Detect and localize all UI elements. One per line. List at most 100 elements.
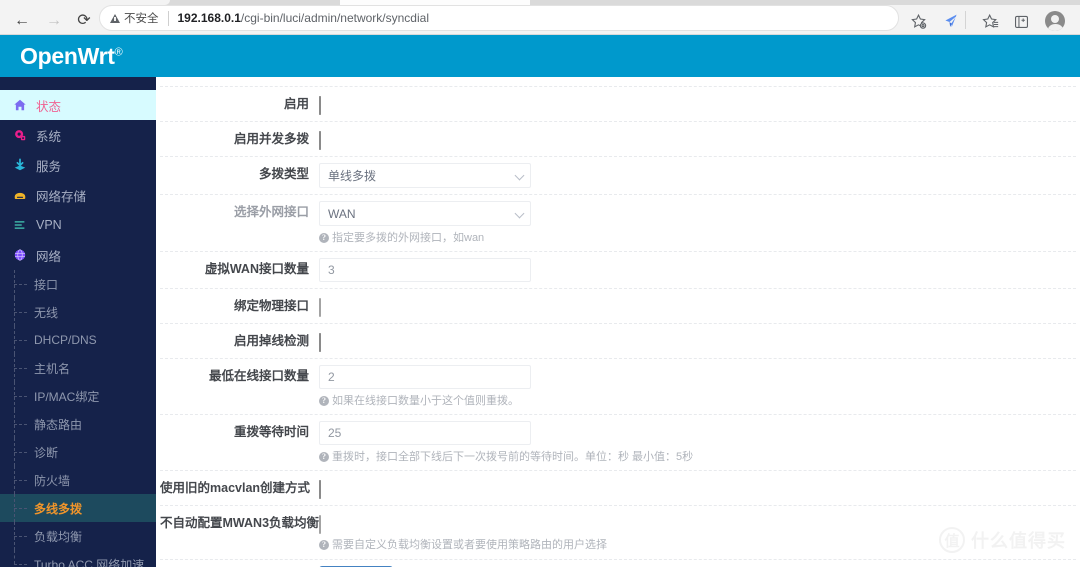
control-enable-offline-detection xyxy=(319,324,1076,358)
sidebar-label-services: 服务 xyxy=(36,159,62,174)
help-no-auto-mwan3: ? 需要自定义负载均衡设置或者要使用策略路由的用户选择 xyxy=(319,538,1076,552)
sidebar-label-status: 状态 xyxy=(36,99,62,114)
extension-icon[interactable] xyxy=(938,8,964,34)
warning-triangle-icon xyxy=(110,13,120,23)
sidebar-item-services[interactable]: 服务 xyxy=(0,150,156,180)
openwrt-logo[interactable]: OpenWrt® xyxy=(20,43,123,70)
profile-avatar-icon[interactable] xyxy=(1042,8,1068,34)
sidebar-sublabel-multiwan-dial: 多线多拨 xyxy=(34,501,83,516)
sidebar-item-network[interactable]: 网络 xyxy=(0,240,156,270)
sidebar: 状态 系统 服务 网络存储 VPN 网络 接口 无线 DHCP/DNS 主机名 … xyxy=(0,77,156,567)
chevron-down-icon xyxy=(514,170,525,181)
sidebar-subitem-dhcp-dns[interactable]: DHCP/DNS xyxy=(0,326,156,354)
label-enable-concurrent-dial: 启用并发多拨 xyxy=(233,132,309,146)
checkbox-bind-physical-interface[interactable] xyxy=(319,298,321,317)
sidebar-subitem-load-balancing[interactable]: 负载均衡 xyxy=(0,522,156,550)
info-icon: ? xyxy=(319,540,329,550)
sidebar-top-spacer xyxy=(0,77,156,90)
checkbox-legacy-macvlan[interactable] xyxy=(319,480,321,499)
help-redial-wait-time: ? 重拨时，接口全部下线后下一次拨号前的等待时间。单位：秒 最小值：5秒 xyxy=(319,450,1076,464)
sidebar-subitem-interfaces[interactable]: 接口 xyxy=(0,270,156,298)
sidebar-item-status[interactable]: 状态 xyxy=(0,90,156,120)
select-dial-type[interactable]: 单线多拨 xyxy=(319,163,531,188)
form-row-wan-interface: 选择外网接口 WAN ? 指定要多拨的外网接口，如wan xyxy=(160,195,1076,252)
select-wan-interface-value: WAN xyxy=(328,206,356,221)
checkbox-enable-offline-detection[interactable] xyxy=(319,333,321,352)
form-row-enable: 启用 xyxy=(160,86,1076,122)
collections-icon[interactable] xyxy=(1008,8,1034,34)
label-virtual-wan-count: 虚拟WAN接口数量 xyxy=(204,262,309,276)
label-dial-type: 多拨类型 xyxy=(258,167,309,181)
sidebar-subitem-hostnames[interactable]: 主机名 xyxy=(0,354,156,382)
control-no-auto-mwan3: ? 需要自定义负载均衡设置或者要使用策略路由的用户选择 xyxy=(319,506,1076,559)
form-row-legacy-macvlan: 使用旧的macvlan创建方式 xyxy=(160,471,1076,506)
download-icon xyxy=(11,157,28,174)
gear-icon xyxy=(11,127,28,144)
sidebar-label-network-storage: 网络存储 xyxy=(36,189,87,204)
form-row-redial-action: 重新并发拨号 重新拨号 xyxy=(160,560,1076,567)
favorites-icon[interactable] xyxy=(977,8,1003,34)
back-arrow-icon[interactable]: ← xyxy=(9,8,35,34)
sidebar-subitem-wireless[interactable]: 无线 xyxy=(0,298,156,326)
sidebar-subitem-diagnostics[interactable]: 诊断 xyxy=(0,438,156,466)
sidebar-subitem-static-routes[interactable]: 静态路由 xyxy=(0,410,156,438)
url-text: 192.168.0.1/cgi-bin/luci/admin/network/s… xyxy=(178,11,430,25)
sidebar-item-system[interactable]: 系统 xyxy=(0,120,156,150)
browser-chrome: ← → ⟳ 不安全 192.168.0.1/cgi-bin/luci/admin… xyxy=(0,0,1080,35)
checkbox-enable[interactable] xyxy=(319,96,321,115)
checkbox-no-auto-mwan3[interactable] xyxy=(319,515,321,534)
select-wan-interface[interactable]: WAN xyxy=(319,201,531,226)
label-wan-interface: 选择外网接口 xyxy=(233,205,309,219)
avatar xyxy=(1045,11,1065,31)
sidebar-subitem-firewall[interactable]: 防火墙 xyxy=(0,466,156,494)
help-text-min-online-interfaces: 如果在线接口数量小于这个值则重拨。 xyxy=(332,395,519,407)
sidebar-subitem-ip-mac-binding[interactable]: IP/MAC绑定 xyxy=(0,382,156,410)
sidebar-subitem-multiwan-dial[interactable]: 多线多拨 xyxy=(0,494,156,522)
reload-icon[interactable]: ⟳ xyxy=(71,8,97,34)
info-icon: ? xyxy=(319,396,329,406)
form-row-redial-wait-time: 重拨等待时间 ? 重拨时，接口全部下线后下一次拨号前的等待时间。单位：秒 最小值… xyxy=(160,415,1076,471)
sidebar-item-network-storage[interactable]: 网络存储 xyxy=(0,180,156,210)
sidebar-sublabel-turbo-acc: Turbo ACC 网络加速 xyxy=(34,557,145,567)
form-row-enable-offline-detection: 启用掉线检测 xyxy=(160,324,1076,359)
input-redial-wait-time[interactable] xyxy=(319,421,531,445)
input-virtual-wan-count[interactable] xyxy=(319,258,531,282)
sidebar-label-vpn: VPN xyxy=(36,218,62,232)
control-dial-type: 单线多拨 xyxy=(319,157,1076,194)
info-icon: ? xyxy=(319,233,329,243)
address-bar[interactable]: 不安全 192.168.0.1/cgi-bin/luci/admin/netwo… xyxy=(99,5,899,31)
control-enable-concurrent-dial xyxy=(319,122,1076,156)
security-status[interactable]: 不安全 xyxy=(110,10,159,26)
main-content: 启用 启用并发多拨 多拨类型 单线多拨 选择外网接口 WAN ? 指定要多拨的外… xyxy=(156,77,1080,567)
control-min-online-interfaces: ? 如果在线接口数量小于这个值则重拨。 xyxy=(319,359,1076,414)
label-min-online-interfaces: 最低在线接口数量 xyxy=(208,369,309,383)
input-min-online-interfaces[interactable] xyxy=(319,365,531,389)
sidebar-sublabel-hostnames: 主机名 xyxy=(34,361,71,376)
globe-icon xyxy=(11,247,28,264)
label-enable: 启用 xyxy=(283,97,309,111)
help-wan-interface: ? 指定要多拨的外网接口，如wan xyxy=(319,231,1076,245)
lines-icon xyxy=(11,217,28,234)
toolbar-divider xyxy=(965,11,966,29)
sidebar-sublabel-wireless: 无线 xyxy=(34,305,59,320)
control-bind-physical-interface xyxy=(319,289,1076,323)
chevron-down-icon xyxy=(514,208,525,219)
label-legacy-macvlan: 使用旧的macvlan创建方式 xyxy=(160,481,311,495)
form-row-min-online-interfaces: 最低在线接口数量 ? 如果在线接口数量小于这个值则重拨。 xyxy=(160,359,1076,415)
collections-add-icon[interactable] xyxy=(905,8,931,34)
help-text-wan-interface: 指定要多拨的外网接口，如wan xyxy=(332,232,485,244)
sidebar-subitem-turbo-acc[interactable]: Turbo ACC 网络加速 xyxy=(0,550,156,567)
sidebar-sublabel-dhcp-dns: DHCP/DNS xyxy=(34,333,97,347)
sidebar-sublabel-firewall: 防火墙 xyxy=(34,473,71,488)
sidebar-item-vpn[interactable]: VPN xyxy=(0,210,156,240)
sidebar-sublabel-interfaces: 接口 xyxy=(34,277,59,292)
control-redial-wait-time: ? 重拨时，接口全部下线后下一次拨号前的等待时间。单位：秒 最小值：5秒 xyxy=(319,415,1076,470)
form-row-dial-type: 多拨类型 单线多拨 xyxy=(160,157,1076,195)
label-bind-physical-interface: 绑定物理接口 xyxy=(233,299,309,313)
logo-text: OpenWrt xyxy=(20,43,115,69)
info-icon: ? xyxy=(319,452,329,462)
syncdial-form: 启用 启用并发多拨 多拨类型 单线多拨 选择外网接口 WAN ? 指定要多拨的外… xyxy=(160,86,1076,567)
sidebar-sublabel-static-routes: 静态路由 xyxy=(34,417,83,432)
checkbox-enable-concurrent-dial[interactable] xyxy=(319,131,321,150)
control-virtual-wan-count xyxy=(319,252,1076,288)
